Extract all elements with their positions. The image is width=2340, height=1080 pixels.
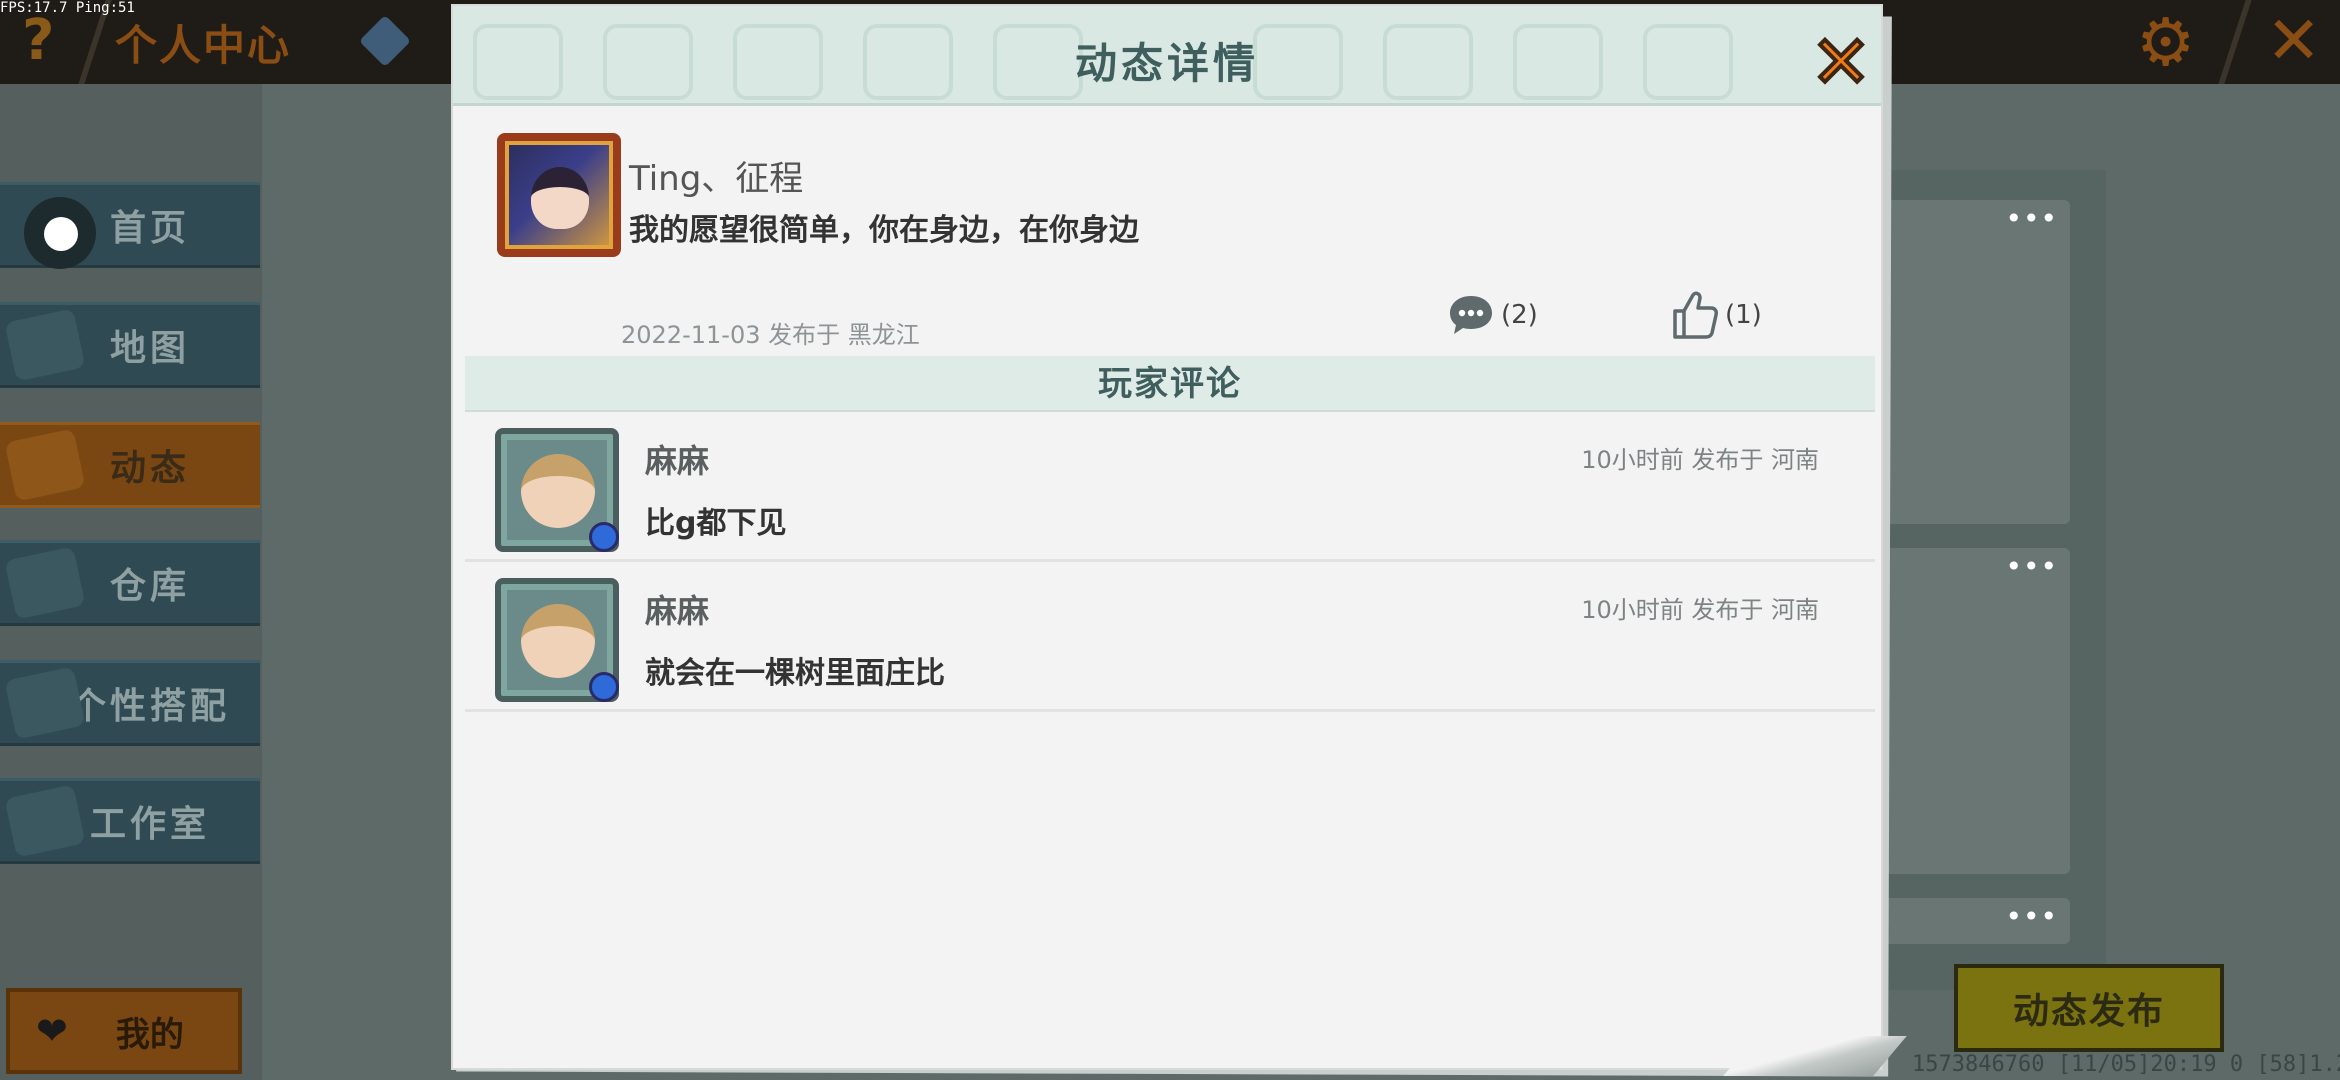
close-button[interactable]: ✕	[1809, 20, 1873, 104]
post-text: 我的愿望很简单，你在身边，在你身边	[629, 213, 1139, 248]
comments-section-header: 玩家评论	[465, 356, 1875, 412]
sidebar-item-studio[interactable]: 工作室	[0, 778, 260, 864]
avatar[interactable]	[495, 578, 619, 702]
mine-button[interactable]: ❤ 我的	[6, 988, 242, 1074]
sidebar-item-label: 动态	[109, 448, 190, 489]
sidebar-item-feed[interactable]: 动态	[0, 422, 260, 508]
footer-info: 1573846760 [11/05]20:19 0 [58]1.20.0	[1912, 1052, 2340, 1077]
comment-meta: 10小时前 发布于 河南	[1581, 596, 1819, 624]
feed-card[interactable]: •••	[1880, 200, 2070, 524]
heart-icon: ❤	[36, 1009, 68, 1053]
more-icon[interactable]: •••	[2005, 550, 2058, 583]
sidebar-item-label: 个性搭配	[69, 686, 230, 727]
mine-button-label: 我的	[115, 1014, 184, 1055]
modal-header: 动态详情	[453, 6, 1881, 106]
badge-icon	[589, 522, 619, 552]
section-title: 玩家评论	[1098, 364, 1242, 404]
avatar-face	[531, 167, 589, 229]
sidebar-item-label: 仓库	[109, 566, 190, 607]
thumbs-up-icon	[1673, 291, 1718, 339]
post-username[interactable]: Ting、征程	[629, 151, 803, 200]
avatar-face	[521, 604, 595, 678]
studio-icon	[4, 784, 86, 858]
comment-count: (2)	[1501, 300, 1538, 330]
page-title: 个人中心	[115, 21, 292, 70]
comment-text: 就会在一棵树里面庄比	[645, 656, 945, 691]
close-icon: ✕	[1809, 20, 1873, 104]
publish-button[interactable]: 动态发布	[1954, 964, 2224, 1052]
sidebar-item-map[interactable]: 地图	[0, 302, 260, 388]
sidebar-item-label: 工作室	[89, 804, 210, 845]
cube-icon[interactable]	[358, 14, 412, 68]
more-icon[interactable]: •••	[2005, 900, 2058, 933]
sidebar-item-outfit[interactable]: 个性搭配	[0, 660, 260, 746]
publish-button-label: 动态发布	[2012, 991, 2165, 1032]
comment-username[interactable]: 麻麻	[645, 436, 709, 482]
sidebar-item-label: 首页	[109, 208, 190, 249]
more-icon[interactable]: •••	[2005, 202, 2058, 235]
comment-meta: 10小时前 发布于 河南	[1581, 446, 1819, 474]
post-meta: 2022-11-03 发布于 黑龙江	[621, 321, 920, 349]
divider	[2218, 0, 2252, 84]
post: Ting、征程 我的愿望很简单，你在身边，在你身边 2022-11-03 发布于…	[453, 109, 1881, 355]
close-icon[interactable]: ✕	[2266, 2, 2321, 79]
comment-username[interactable]: 麻麻	[645, 586, 709, 632]
map-icon	[4, 308, 86, 382]
debug-fps: FPS:17.7 Ping:51	[0, 0, 135, 16]
comment-button[interactable]: (2)	[1447, 293, 1538, 337]
avatar[interactable]	[497, 133, 621, 257]
warehouse-icon	[4, 546, 86, 620]
avatar[interactable]	[495, 428, 619, 552]
gear-icon[interactable]: ⚙	[2136, 4, 2195, 81]
sidebar: 首页 地图 动态 仓库 个性搭配 工作室	[0, 84, 262, 1080]
home-icon	[24, 197, 96, 269]
comment-item: 麻麻 10小时前 发布于 河南 就会在一棵树里面庄比	[465, 562, 1875, 712]
modal-title: 动态详情	[1074, 39, 1259, 88]
sidebar-item-warehouse[interactable]: 仓库	[0, 540, 260, 626]
bell-icon	[4, 428, 86, 502]
help-icon[interactable]: ?	[22, 8, 54, 73]
avatar-face	[521, 454, 595, 528]
feed-card[interactable]: •••	[1880, 548, 2070, 874]
like-count: (1)	[1725, 300, 1762, 330]
comment-icon	[1450, 296, 1492, 334]
post-detail-modal: 动态详情 ✕ Ting、征程 我的愿望很简单，你在身边，在你身边 2022-11…	[451, 4, 1883, 1070]
feed-card[interactable]: •••	[1880, 898, 2070, 944]
comment-text: 比g都下见	[645, 506, 787, 541]
sidebar-item-home[interactable]: 首页	[0, 182, 260, 269]
badge-icon	[589, 672, 619, 702]
comment-item: 麻麻 10小时前 发布于 河南 比g都下见	[465, 412, 1875, 562]
like-button[interactable]: (1)	[1671, 289, 1762, 341]
sidebar-item-label: 地图	[109, 328, 190, 369]
